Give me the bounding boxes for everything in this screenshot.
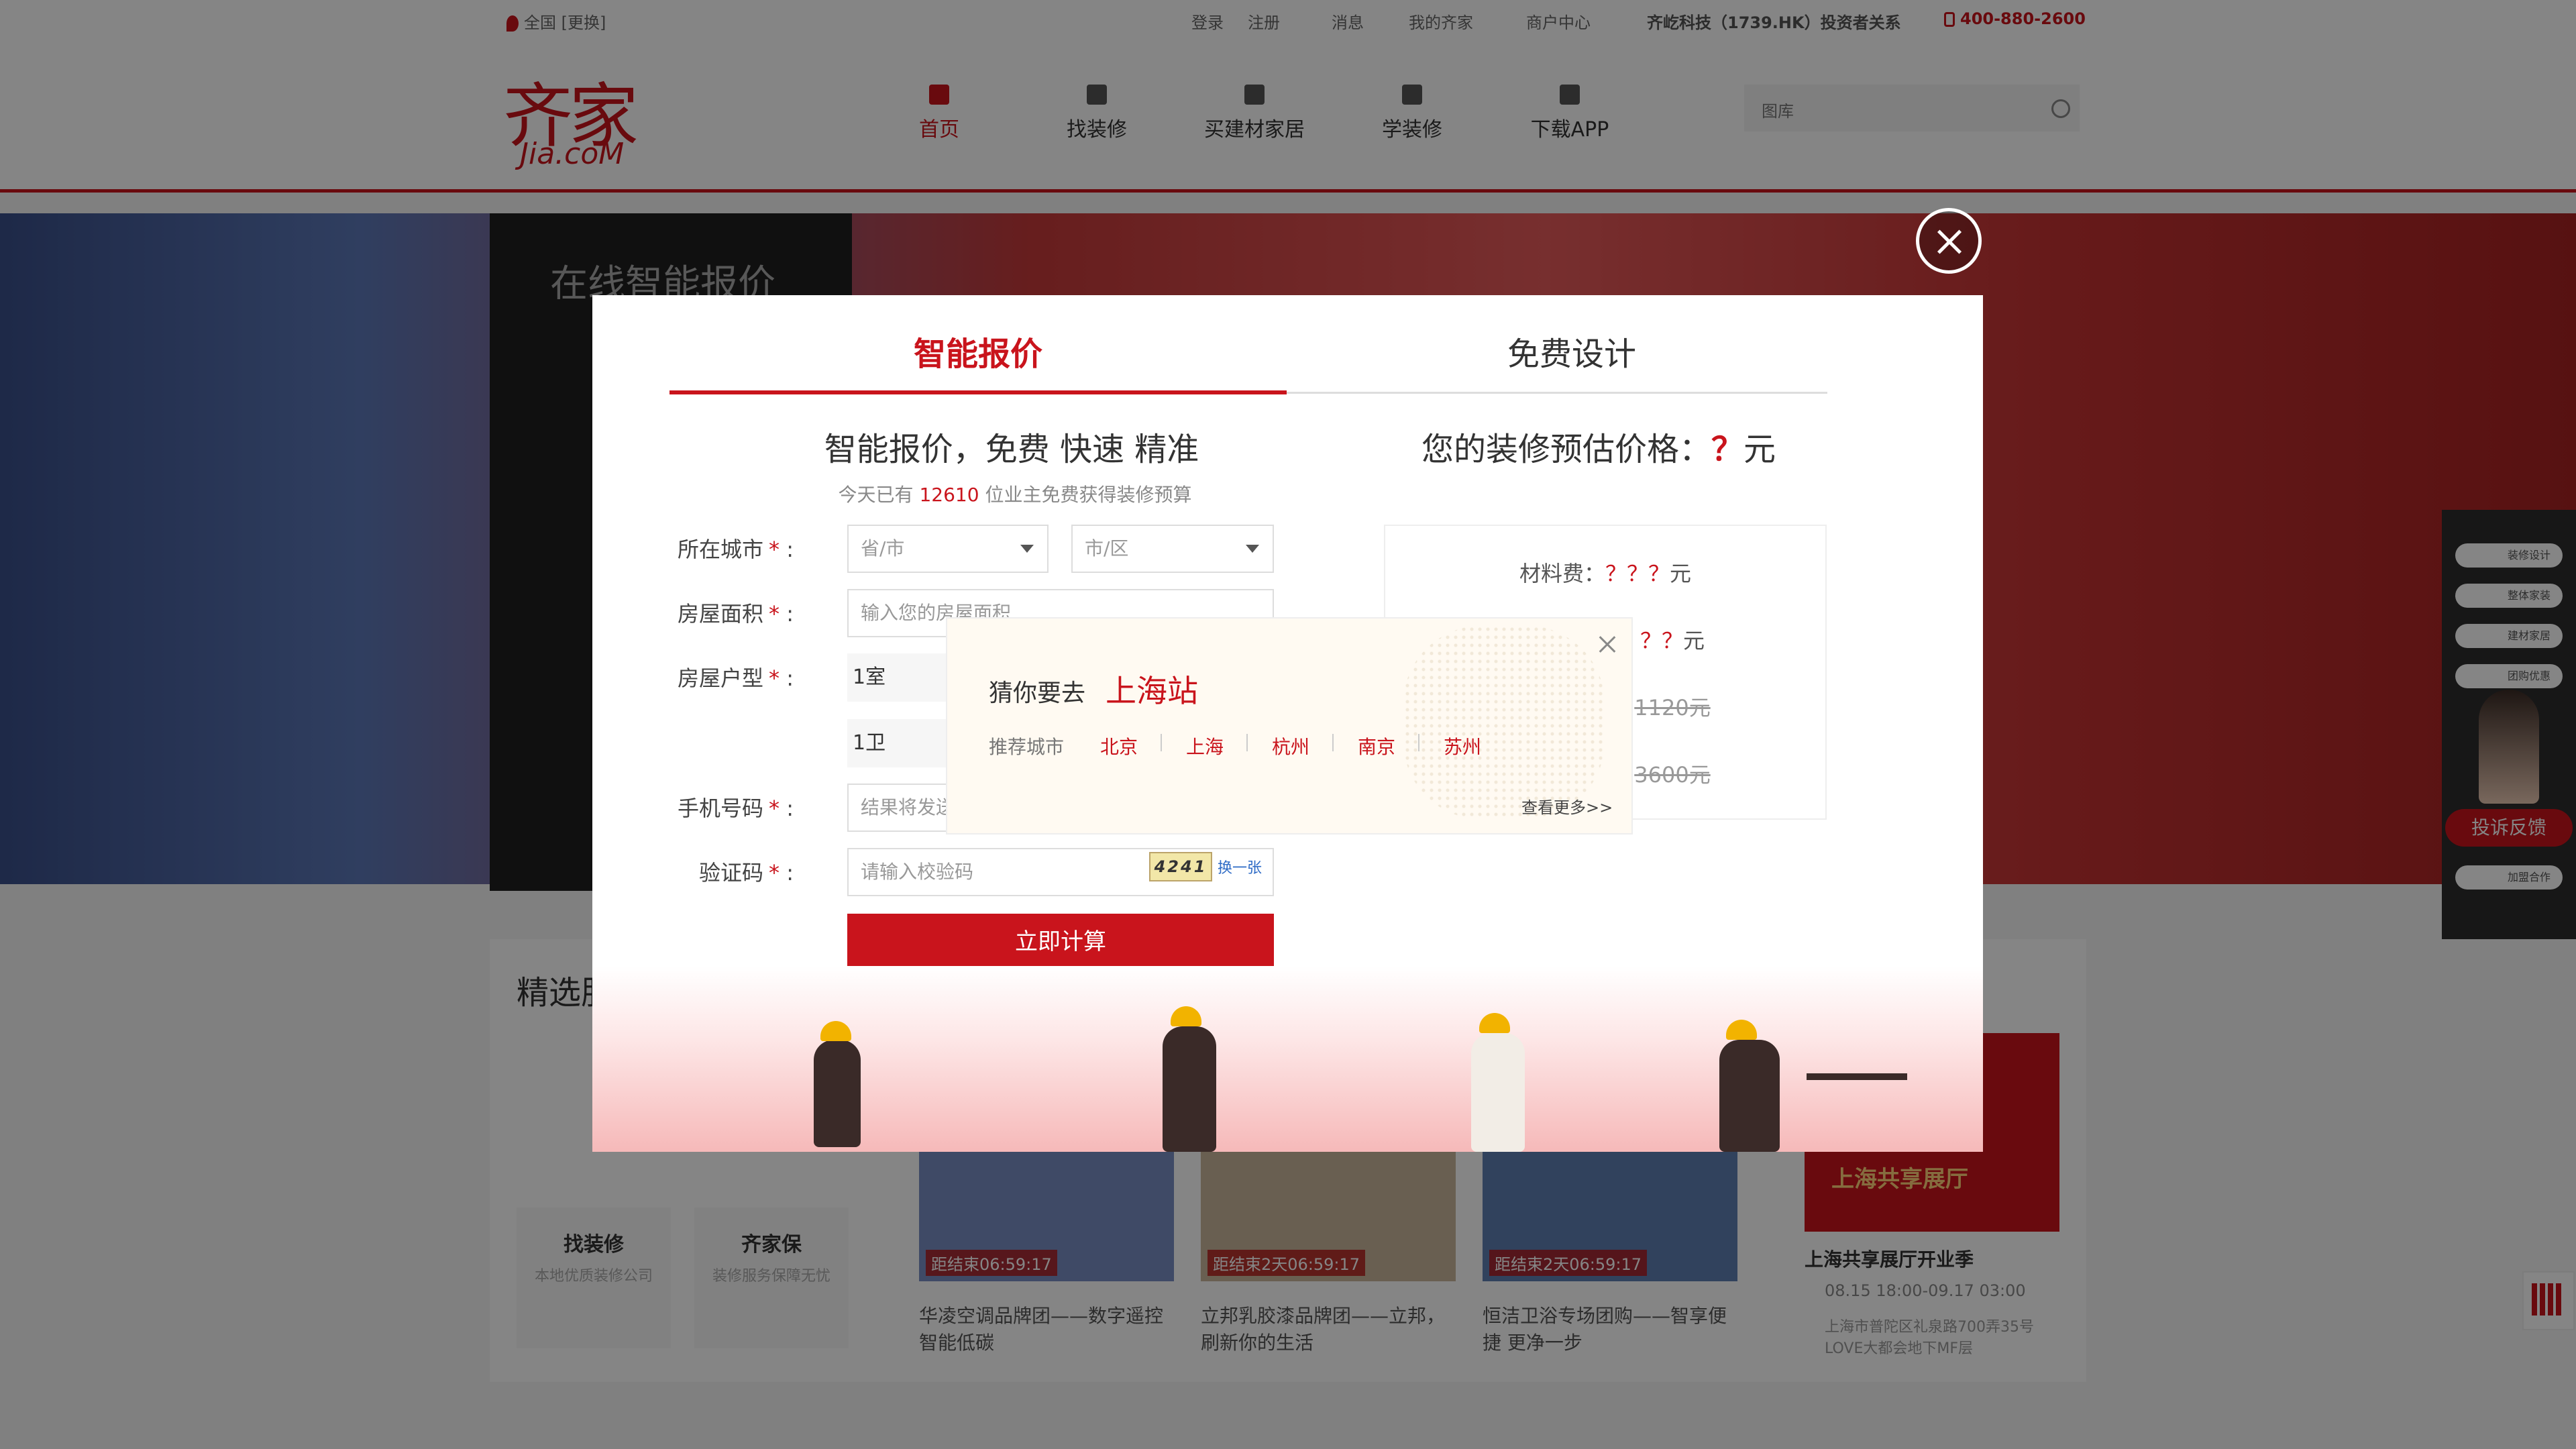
chevron-down-icon bbox=[1246, 545, 1259, 553]
chevron-down-icon bbox=[1020, 545, 1034, 553]
tab-free-design[interactable]: 免费设计 bbox=[1263, 327, 1880, 374]
price-title: 您的装修预估价格：？元 bbox=[1421, 431, 1776, 468]
worker-figure bbox=[1163, 1026, 1216, 1152]
material-fee: 材料费：？？？元 bbox=[1519, 561, 1692, 586]
modal-close-button[interactable] bbox=[1916, 208, 1982, 274]
city-popup: 猜你要去 上海站 推荐城市 北京 上海 杭州 南京 苏州 查看更多>> bbox=[946, 617, 1633, 835]
phone-label: 手机号码 * : bbox=[678, 796, 794, 821]
close-icon[interactable] bbox=[1594, 631, 1621, 657]
city-link-suzhou[interactable]: 苏州 bbox=[1444, 733, 1481, 759]
city-link-shanghai[interactable]: 上海 bbox=[1186, 733, 1224, 759]
separator bbox=[1418, 734, 1419, 751]
province-select[interactable]: 省/市 bbox=[847, 525, 1049, 573]
separator bbox=[1161, 734, 1162, 751]
world-map-graphic bbox=[1403, 625, 1605, 820]
tab-smart-quote[interactable]: 智能报价 bbox=[669, 327, 1287, 374]
helmet-icon bbox=[1726, 1020, 1757, 1040]
helmet-icon bbox=[1171, 1006, 1201, 1026]
city-link-nanjing[interactable]: 南京 bbox=[1358, 733, 1395, 759]
captcha-refresh-link[interactable]: 换一张 bbox=[1218, 856, 1262, 877]
city-link-beijing[interactable]: 北京 bbox=[1100, 733, 1138, 759]
district-select[interactable]: 市/区 bbox=[1071, 525, 1274, 573]
worker-figure bbox=[1471, 1033, 1525, 1152]
suggested-station[interactable]: 上海站 bbox=[1106, 667, 1198, 711]
captcha-image[interactable]: 4241 bbox=[1149, 852, 1212, 881]
today-count: 12610 bbox=[919, 484, 979, 506]
form-title: 智能报价，免费 快速 精准 bbox=[824, 431, 1199, 468]
helmet-icon bbox=[1479, 1013, 1510, 1033]
city-label: 所在城市 * : bbox=[678, 537, 794, 562]
separator bbox=[1332, 734, 1334, 751]
worker-figure bbox=[1719, 1040, 1780, 1152]
area-label: 房屋面积 * : bbox=[678, 601, 794, 627]
tab-active-indicator bbox=[669, 390, 1287, 394]
worker-figure bbox=[814, 1040, 861, 1147]
type-label: 房屋户型 * : bbox=[678, 665, 794, 691]
guess-label: 猜你要去 bbox=[989, 680, 1086, 707]
helmet-icon bbox=[820, 1021, 851, 1041]
form-subtitle: 今天已有 12610 位业主免费获得装修预算 bbox=[838, 484, 1192, 506]
calculate-button[interactable]: 立即计算 bbox=[847, 914, 1274, 970]
city-link-hangzhou[interactable]: 杭州 bbox=[1272, 733, 1309, 759]
workers-illustration bbox=[592, 966, 1983, 1152]
code-label: 验证码 * : bbox=[699, 860, 794, 885]
recommended-label: 推荐城市 bbox=[989, 736, 1065, 758]
see-more-link[interactable]: 查看更多>> bbox=[1521, 794, 1613, 818]
desk bbox=[1807, 1073, 1907, 1080]
separator bbox=[1246, 734, 1248, 751]
